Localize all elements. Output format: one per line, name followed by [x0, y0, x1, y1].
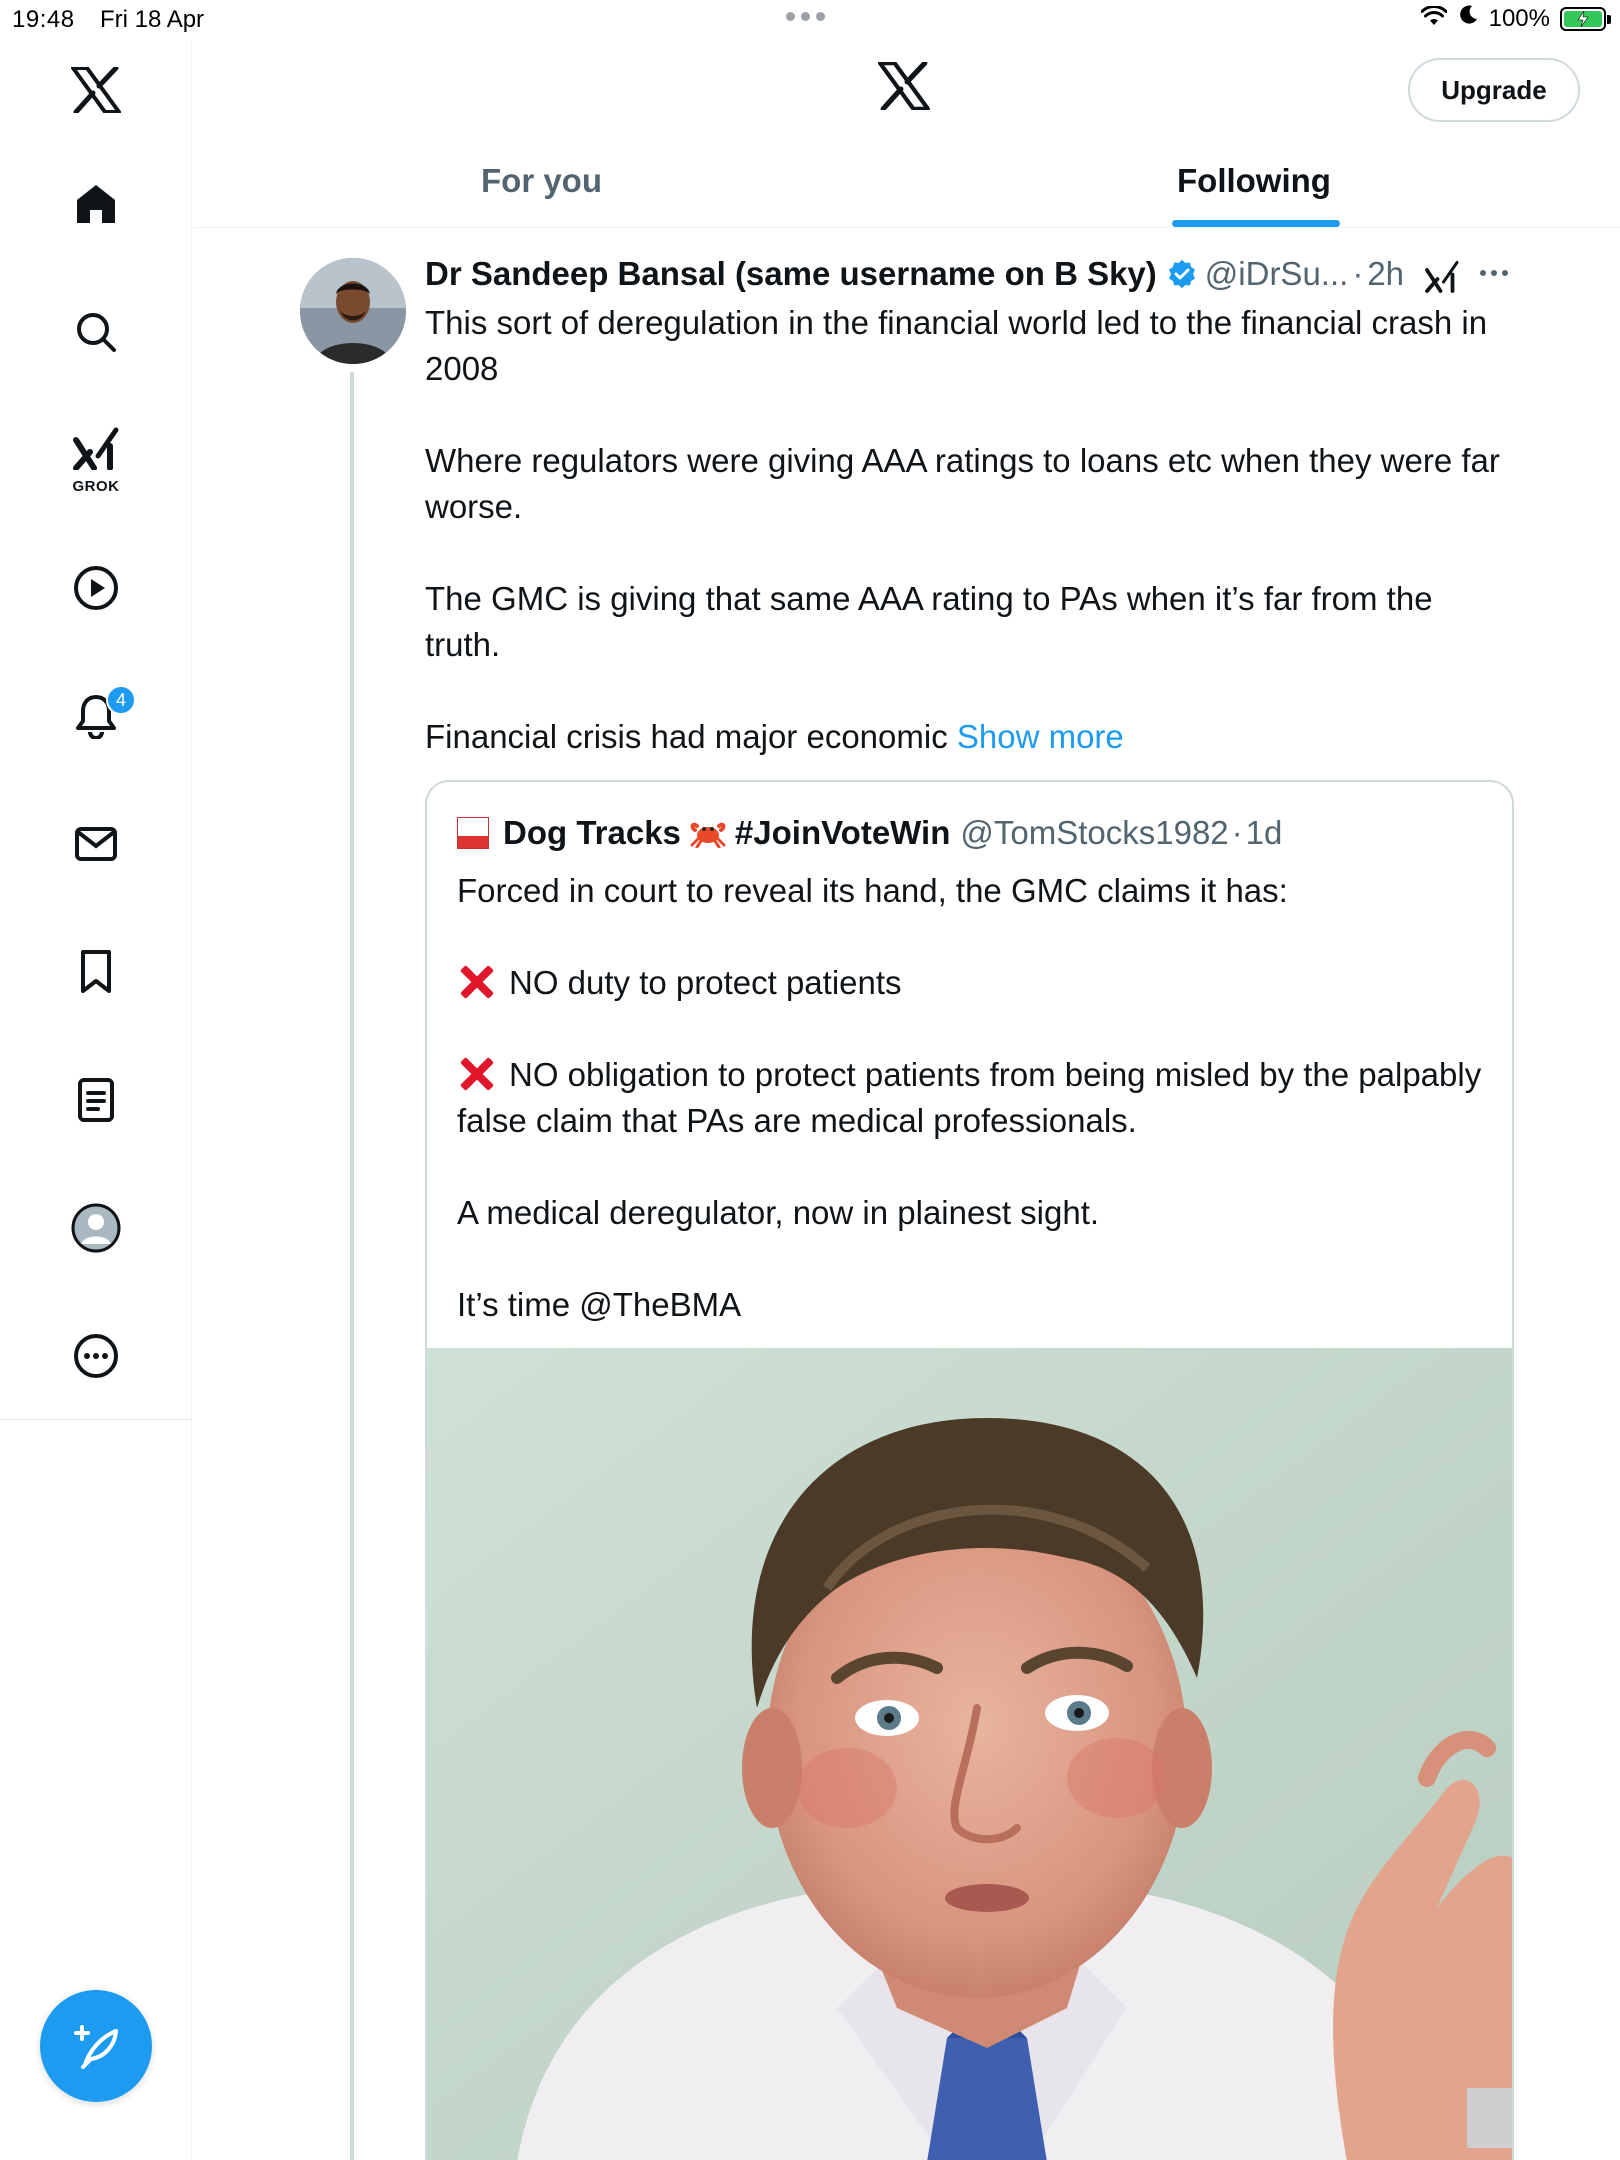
active-tab-indicator	[1172, 220, 1340, 227]
list-icon[interactable]	[66, 1070, 126, 1130]
quoted-author-name[interactable]: Dog Tracks	[503, 814, 681, 852]
compose-post-icon[interactable]	[40, 1990, 152, 2102]
x-logo-icon[interactable]	[66, 60, 126, 120]
quote-paragraph: A medical deregulator, now in plainest s…	[457, 1194, 1100, 1231]
tab-following[interactable]: Following	[1177, 162, 1331, 200]
sidebar: GROK 4	[0, 40, 192, 2160]
status-date: Fri 18 Apr	[100, 6, 205, 33]
quote-item-text: NO obligation to protect patients from b…	[457, 1056, 1482, 1139]
tab-for-you[interactable]: For you	[481, 162, 602, 200]
status-time: 19:48	[12, 6, 75, 33]
play-icon[interactable]	[66, 558, 126, 618]
thread-line	[350, 372, 354, 2160]
quoted-author-handle[interactable]: @TomStocks1982	[960, 814, 1228, 852]
header-x-logo-icon[interactable]	[878, 60, 934, 118]
quoted-tweet-time[interactable]: 1d	[1246, 814, 1283, 852]
quote-paragraph: NO duty to protect patients	[457, 960, 1487, 1006]
search-icon[interactable]	[66, 302, 126, 362]
cross-mark-icon	[457, 962, 495, 1000]
bookmark-icon[interactable]	[66, 942, 126, 1002]
time-separator: ·	[1352, 255, 1364, 292]
more-icon[interactable]	[66, 1326, 126, 1386]
author-name[interactable]: Dr Sandeep Bansal (same username on B Sk…	[425, 255, 1157, 293]
tweet-time[interactable]: 2h	[1367, 255, 1404, 293]
grok-label: GROK	[72, 478, 120, 495]
tweet-paragraph: Where regulators were giving AAA ratings…	[425, 442, 1500, 525]
moon-icon	[1457, 4, 1479, 33]
avatar[interactable]	[300, 258, 406, 364]
status-indicators: 100%	[1420, 4, 1611, 33]
quoted-tweet[interactable]: Dog Tracks #JoinVoteWin @TomStocks1982 ·…	[425, 780, 1514, 2160]
quote-item-text: NO duty to protect patients	[509, 964, 902, 1001]
sidebar-divider	[0, 1419, 192, 1420]
quoted-author-avatar[interactable]	[457, 817, 489, 849]
quote-paragraph: It’s time @TheBMA	[457, 1286, 742, 1323]
status-bar: 19:48 Fri 18 Apr 100%	[0, 0, 1620, 40]
tweet-paragraph: Financial crisis had major economic Show…	[425, 714, 1515, 760]
grok-explain-icon[interactable]	[1424, 258, 1460, 299]
quoted-time-separator: ·	[1231, 814, 1243, 851]
tweet-header: Dr Sandeep Bansal (same username on B Sk…	[425, 252, 1404, 296]
tweet-text: This sort of deregulation in the financi…	[425, 300, 1515, 760]
timeline-tabs: For you Following	[193, 140, 1620, 228]
notifications-badge: 4	[106, 685, 136, 715]
quoted-author-hashtag: #JoinVoteWin	[734, 814, 951, 851]
author-handle[interactable]: @iDrSu...	[1205, 255, 1349, 293]
tweet-paragraph: This sort of deregulation in the financi…	[425, 304, 1488, 387]
upgrade-button[interactable]: Upgrade	[1408, 58, 1580, 122]
multitasking-dots-icon[interactable]	[786, 12, 825, 21]
quoted-tweet-text: Forced in court to reveal its hand, the …	[457, 868, 1487, 1328]
mail-icon[interactable]	[66, 814, 126, 874]
home-icon[interactable]	[66, 174, 126, 234]
grok-icon[interactable]	[66, 418, 126, 478]
battery-percent: 100%	[1488, 4, 1550, 32]
gmc-logo-text	[458, 818, 488, 836]
tweet-paragraph: The GMC is giving that same AAA rating t…	[425, 580, 1433, 663]
cross-mark-icon	[457, 1054, 495, 1092]
tweet-more-icon[interactable]	[1480, 270, 1508, 276]
quoted-tweet-header: Dog Tracks #JoinVoteWin @TomStocks1982 ·…	[457, 814, 1282, 852]
battery-charging-icon	[1560, 6, 1611, 31]
crab-emoji-icon	[689, 818, 727, 849]
wifi-icon	[1420, 4, 1448, 33]
quote-paragraph: Forced in court to reveal its hand, the …	[457, 872, 1288, 909]
show-more-link[interactable]: Show more	[957, 718, 1124, 755]
tweet-truncated-text: Financial crisis had major economic	[425, 718, 957, 755]
avatar-icon[interactable]	[66, 1198, 126, 1258]
verified-badge-icon	[1167, 259, 1197, 289]
quote-paragraph: NO obligation to protect patients from b…	[457, 1052, 1487, 1144]
quoted-tweet-photo[interactable]	[427, 1348, 1512, 2160]
